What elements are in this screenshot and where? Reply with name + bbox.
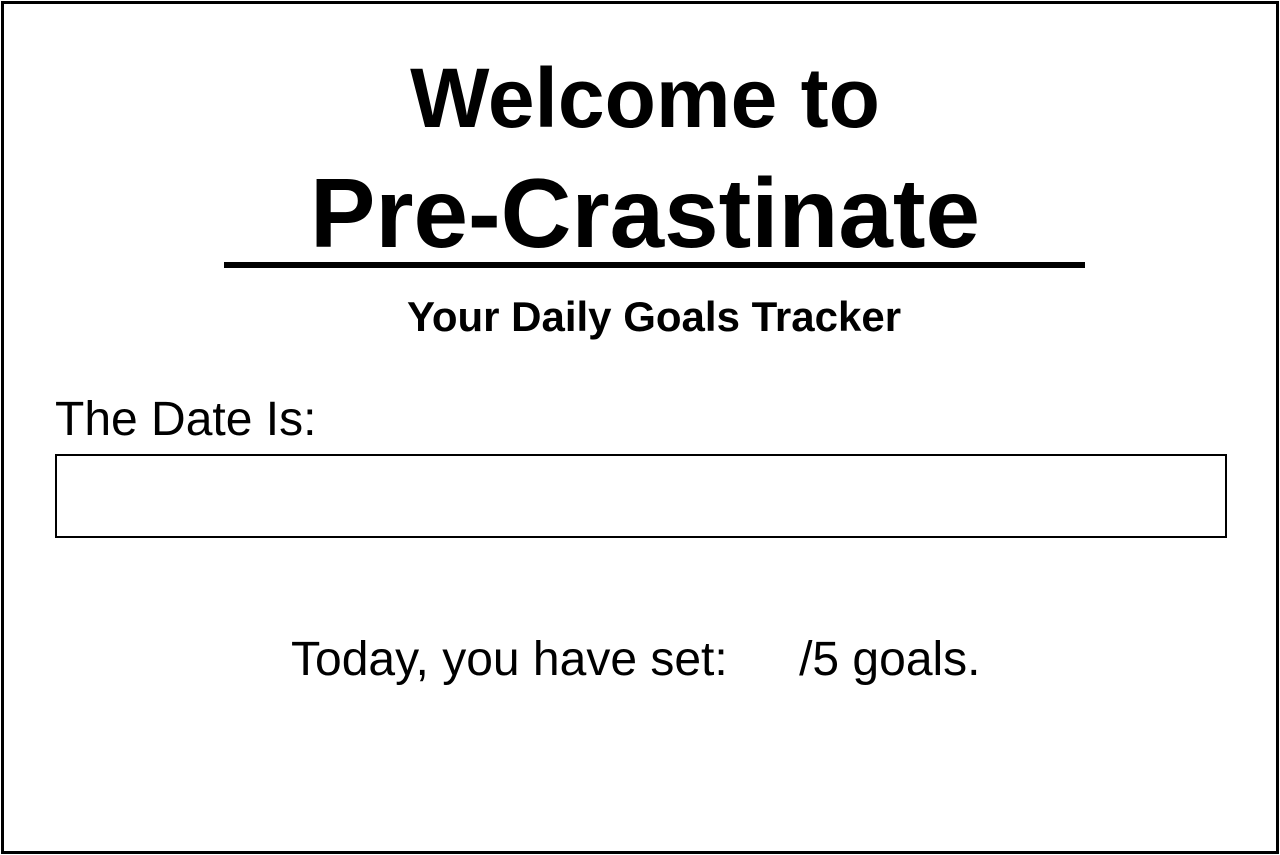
goals-summary: Today, you have set: /5 goals. [291,632,981,688]
date-input[interactable] [55,454,1227,538]
title-underline [224,262,1085,268]
app-title: Pre-Crastinate [310,158,980,268]
welcome-heading: Welcome to [410,51,880,145]
goals-prefix: Today, you have set: [291,633,728,686]
date-label: The Date Is: [55,393,317,446]
goals-suffix: /5 goals. [799,633,981,686]
app-subtitle: Your Daily Goals Tracker [406,293,902,340]
